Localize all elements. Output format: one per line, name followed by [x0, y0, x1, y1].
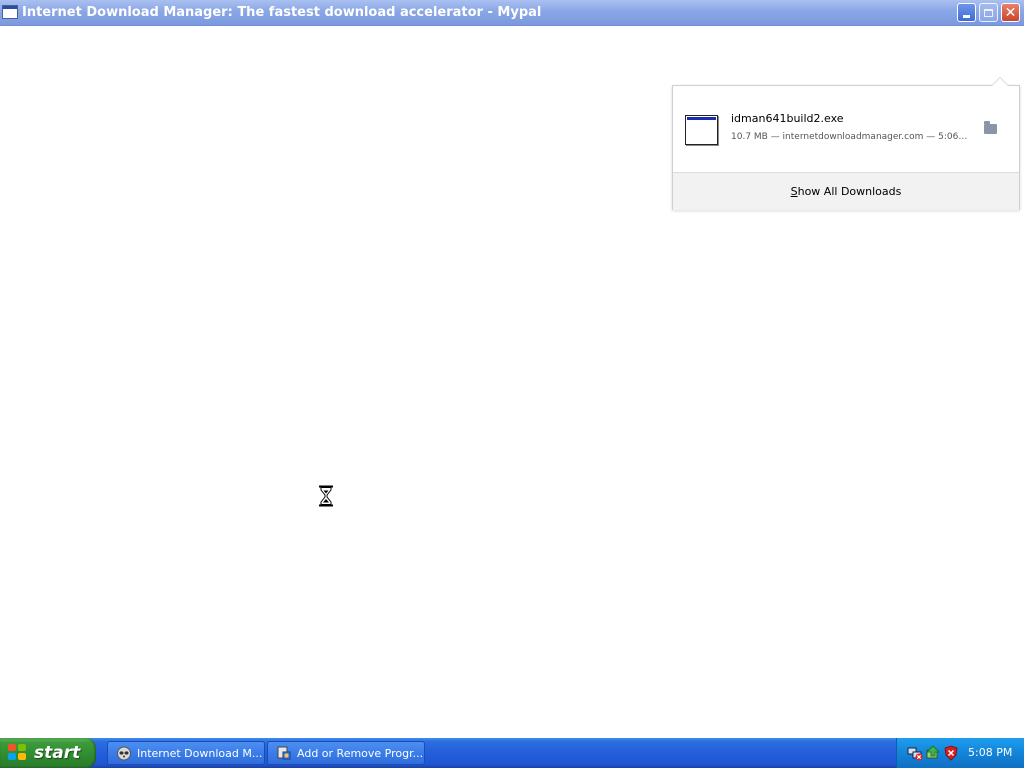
security-alert-icon[interactable]: [943, 745, 959, 761]
show-all-label: how All Downloads: [797, 185, 902, 198]
download-file-name: idman641build2.exe: [731, 112, 844, 125]
window-title: Internet Download Manager: The fastest d…: [22, 5, 542, 20]
panel-arrow: [991, 77, 1009, 86]
taskbar-button-mypal[interactable]: Internet Download M...: [107, 741, 265, 765]
taskbar-button-label: Internet Download M...: [137, 746, 263, 760]
clock[interactable]: 5:08 PM: [968, 746, 1012, 759]
taskbar-button-add-remove-programs[interactable]: Add or Remove Progr...: [267, 741, 425, 765]
title-bar[interactable]: Internet Download Manager: The fastest d…: [0, 0, 1024, 26]
system-tray: 5:08 PM: [896, 738, 1024, 768]
mypal-raccoon-icon: [117, 746, 131, 761]
hourglass-cursor-icon: [319, 485, 333, 507]
start-label: start: [34, 743, 81, 763]
close-icon: ✕: [1004, 4, 1017, 21]
window-app-icon[interactable]: [2, 5, 18, 19]
show-all-accesskey: S: [790, 185, 798, 198]
show-all-downloads-button[interactable]: Show All Downloads: [673, 172, 1019, 210]
open-folder-icon[interactable]: [984, 121, 997, 134]
start-button[interactable]: start: [0, 738, 96, 768]
close-button[interactable]: ✕: [1001, 3, 1020, 22]
maximize-button[interactable]: [979, 3, 998, 22]
add-remove-programs-icon: [277, 746, 291, 760]
taskbar-button-label: Add or Remove Progr...: [297, 746, 424, 760]
windows-logo-icon: [8, 744, 28, 762]
minimize-icon: [963, 15, 970, 18]
taskbar: start Internet Download M... Add or Remo…: [0, 738, 1024, 768]
download-file-meta: 10.7 MB — internetdownloadmanager.com — …: [731, 132, 969, 142]
executable-file-icon: [685, 115, 718, 145]
download-item[interactable]: idman641build2.exe 10.7 MB — internetdow…: [673, 86, 1019, 172]
network-disconnected-icon[interactable]: [907, 745, 923, 761]
minimize-button[interactable]: [957, 3, 976, 22]
maximize-icon: [984, 8, 993, 17]
downloads-panel: idman641build2.exe 10.7 MB — internetdow…: [672, 77, 1020, 210]
safely-remove-hardware-icon[interactable]: [925, 745, 941, 761]
